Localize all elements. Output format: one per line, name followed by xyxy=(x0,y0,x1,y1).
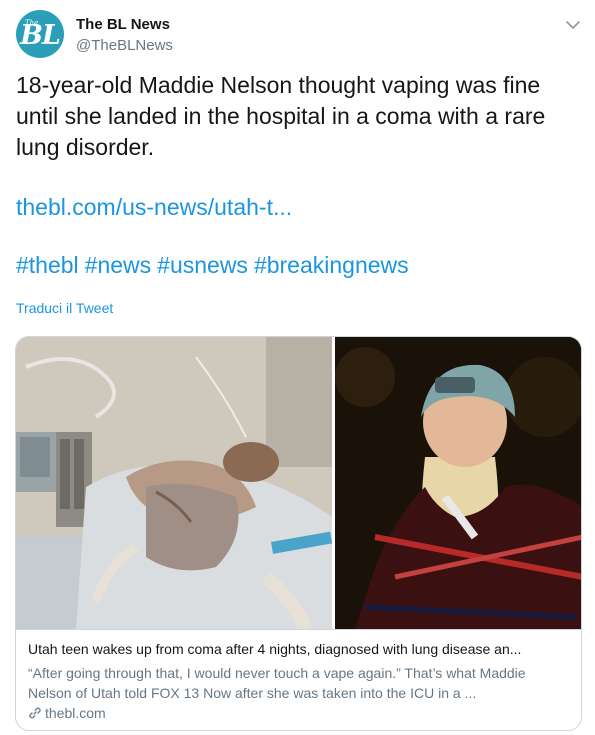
card-description: “After going through that, I would never… xyxy=(28,665,526,701)
avatar-logo-text: BL xyxy=(20,19,61,51)
tweet-link[interactable]: thebl.com/us-news/utah-t... xyxy=(16,192,292,223)
hospital-scene xyxy=(16,337,332,629)
hashtag-breakingnews[interactable]: #breakingnews xyxy=(254,252,409,278)
hashtag-news[interactable]: #news xyxy=(85,252,151,278)
translate-tweet-link[interactable]: Traduci il Tweet xyxy=(16,300,113,316)
tweet-header: The BL The BL News @TheBLNews xyxy=(16,10,586,60)
portrait-photo xyxy=(335,337,581,629)
card-images xyxy=(16,337,581,629)
portrait-scene xyxy=(335,337,581,629)
tweet-text: 18-year-old Maddie Nelson thought vaping… xyxy=(16,72,546,160)
hospital-photo xyxy=(16,337,332,629)
hashtag-list: #thebl #news #usnews #breakingnews xyxy=(16,250,415,281)
card-divider xyxy=(16,629,581,630)
card-domain: thebl.com xyxy=(28,705,106,721)
link-preview-card[interactable]: Utah teen wakes up from coma after 4 nig… xyxy=(15,336,582,731)
account-handle[interactable]: @TheBLNews xyxy=(76,37,173,54)
hashtag-thebl[interactable]: #thebl xyxy=(16,252,79,278)
avatar[interactable]: The BL xyxy=(16,10,64,58)
display-name[interactable]: The BL News xyxy=(76,16,170,33)
card-title[interactable]: Utah teen wakes up from coma after 4 nig… xyxy=(28,641,573,657)
card-domain-text: thebl.com xyxy=(45,705,106,721)
chevron-down-icon[interactable] xyxy=(564,16,582,34)
link-icon xyxy=(29,707,41,719)
hashtag-usnews[interactable]: #usnews xyxy=(157,252,248,278)
